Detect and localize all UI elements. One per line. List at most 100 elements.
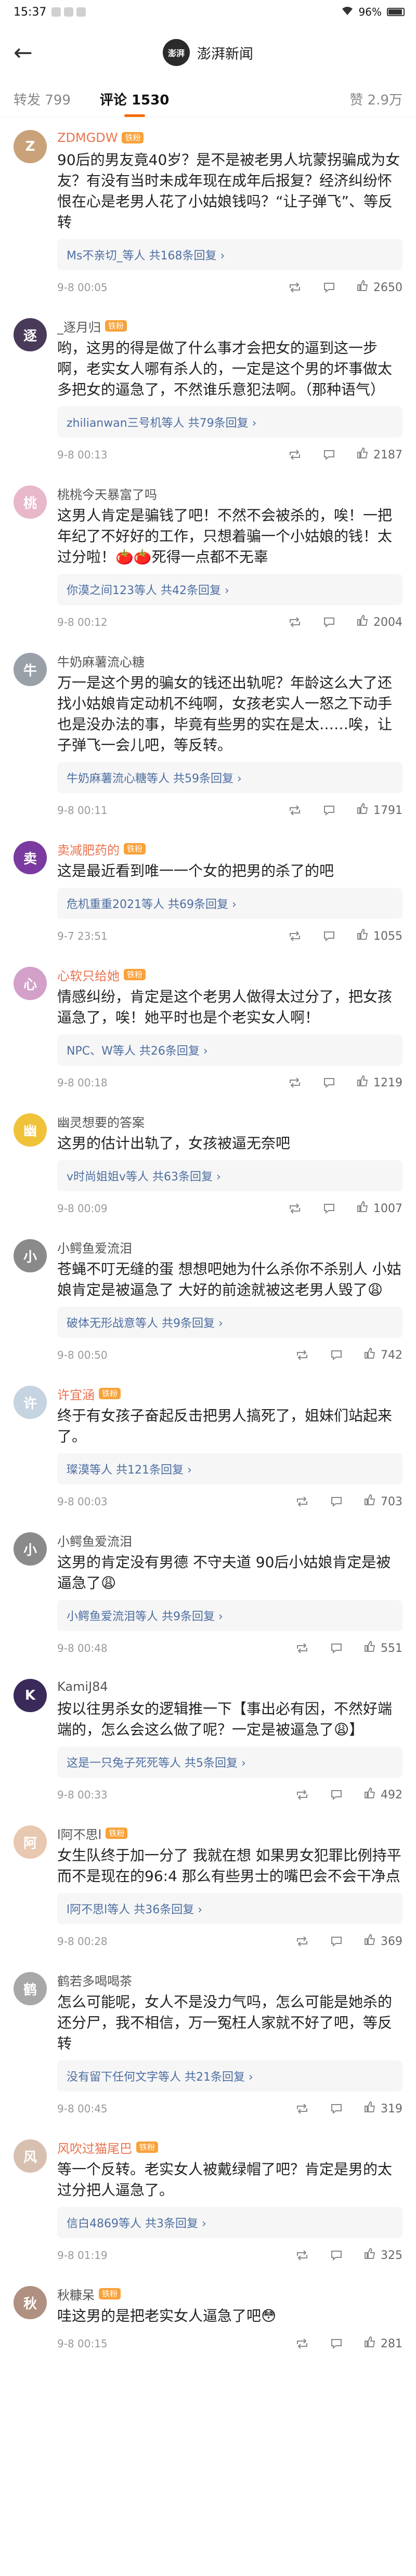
avatar[interactable]: 心 bbox=[14, 967, 47, 1000]
like-button[interactable]: 551 bbox=[363, 1640, 402, 1657]
like-button[interactable]: 369 bbox=[363, 1933, 402, 1950]
avatar[interactable]: 风 bbox=[14, 2139, 47, 2173]
like-button[interactable]: 319 bbox=[363, 2100, 402, 2117]
comment-item[interactable]: 小小鳄鱼爱流泪 苍蝇不叮无缝的蛋 想想吧她为什么杀你不杀别人 小姑娘肯定是被逼急了… bbox=[0, 1227, 416, 1373]
comment-icon[interactable] bbox=[329, 2336, 344, 2351]
username[interactable]: _逐月归 bbox=[57, 317, 101, 335]
comment-item[interactable]: 许许宜涵 铁粉 终于有女孩子奋起反击把男人搞死了，姐妹们站起来了。 璨漠等人 共121… bbox=[0, 1373, 416, 1520]
like-button[interactable]: 1055 bbox=[356, 928, 402, 944]
username[interactable]: KamiJ84 bbox=[57, 1679, 108, 1694]
comment-item[interactable]: 秋秋糠呆 铁粉 哇这男的是把老实女人逼急了吧😳 9-8 00:15 281 bbox=[0, 2273, 416, 2362]
like-button[interactable]: 1219 bbox=[356, 1074, 402, 1091]
repost-icon[interactable] bbox=[294, 1934, 310, 1949]
comment-icon[interactable] bbox=[329, 2101, 344, 2117]
comment-item[interactable]: 阿 l阿不思l 铁粉 女生队终于加一分了 我就在想 如果男女犯罪比例持平而不是现在的9… bbox=[0, 1813, 416, 1960]
reply-summary[interactable]: 你漠之间123等人 共42条回复 › bbox=[57, 574, 402, 605]
comment-item[interactable]: K KamiJ84 按以往男杀女的逻辑推一下【事出必有因，不然好端端的，怎么会这么做… bbox=[0, 1666, 416, 1813]
like-button[interactable]: 492 bbox=[363, 1786, 402, 1803]
comment-item[interactable]: 心心软只给她 铁粉 情感纠纷，肯定是这个老男人做得太过分了，把女孩逼急了，唉！她平时… bbox=[0, 954, 416, 1101]
reply-summary[interactable]: 小鳄鱼爱流泪等人 共9条回复 › bbox=[57, 1600, 402, 1631]
comment-item[interactable]: 小小鳄鱼爱流泪 这男的肯定没有男德 不守夫道 90后小姑娘肯定是被逼急了😩 小鳄鱼爱… bbox=[0, 1520, 416, 1666]
comment-item[interactable]: 桃桃桃今天暴富了吗 这男人肯定是骗钱了吧！不然不会被杀的，唉！一把年纪了不好好的工… bbox=[0, 473, 416, 640]
reply-summary[interactable]: 没有留下任何文字等人 共21条回复 › bbox=[57, 2060, 402, 2092]
avatar[interactable]: K bbox=[14, 1679, 47, 1712]
repost-icon[interactable] bbox=[294, 1494, 310, 1509]
avatar[interactable]: 阿 bbox=[14, 1825, 47, 1859]
like-button[interactable]: 2650 bbox=[356, 279, 402, 296]
reply-summary[interactable]: v时尚姐姐v等人 共63条回复 › bbox=[57, 1160, 402, 1191]
comment-icon[interactable] bbox=[329, 1640, 344, 1656]
username[interactable]: 小鳄鱼爱流泪 bbox=[57, 1531, 132, 1549]
like-button[interactable]: 1007 bbox=[356, 1200, 402, 1217]
avatar[interactable]: 卖 bbox=[14, 841, 47, 874]
avatar[interactable]: 牛 bbox=[14, 653, 47, 686]
repost-icon[interactable] bbox=[294, 2336, 310, 2351]
comment-icon[interactable] bbox=[321, 280, 337, 295]
comment-item[interactable]: 逐 _逐月归 铁粉 哟，这男的得是做了什么事才会把女的逼到这一步啊，老实女人哪有杀人的… bbox=[0, 306, 416, 473]
username[interactable]: 卖减肥药的 bbox=[57, 840, 120, 858]
reply-summary[interactable]: 牛奶麻薯流心糖等人 共59条回复 › bbox=[57, 762, 402, 793]
like-button[interactable]: 703 bbox=[363, 1493, 402, 1510]
comment-icon[interactable] bbox=[329, 1934, 344, 1949]
repost-icon[interactable] bbox=[287, 803, 303, 818]
avatar[interactable]: Z bbox=[14, 130, 47, 163]
username[interactable]: 鹤若多喝喝茶 bbox=[57, 1971, 132, 1989]
username[interactable]: 小鳄鱼爱流泪 bbox=[57, 1238, 132, 1256]
reply-summary[interactable]: 信白4869等人 共3条回复 › bbox=[57, 2207, 402, 2238]
comment-icon[interactable] bbox=[329, 2248, 344, 2263]
comment-icon[interactable] bbox=[321, 1201, 337, 1216]
reply-summary[interactable]: Ms不亲切_等人 共168条回复 › bbox=[57, 239, 402, 270]
repost-icon[interactable] bbox=[294, 1640, 310, 1656]
repost-icon[interactable] bbox=[287, 447, 303, 463]
username[interactable]: l阿不思l bbox=[57, 1824, 101, 1843]
avatar[interactable]: 幽 bbox=[14, 1113, 47, 1147]
comment-icon[interactable] bbox=[329, 1787, 344, 1803]
reply-summary[interactable]: l阿不思l等人 共36条回复 › bbox=[57, 1893, 402, 1924]
username[interactable]: 风吹过猫尾巴 bbox=[57, 2138, 132, 2157]
reply-summary[interactable]: NPC、W等人 共26条回复 › bbox=[57, 1034, 402, 1066]
username[interactable]: 心软只给她 bbox=[57, 966, 120, 984]
username[interactable]: 牛奶麻薯流心糖 bbox=[57, 652, 145, 670]
like-button[interactable]: 325 bbox=[363, 2247, 402, 2264]
username[interactable]: 秋糠呆 bbox=[57, 2285, 95, 2303]
avatar[interactable]: 鹤 bbox=[14, 1972, 47, 2005]
comment-item[interactable]: 风风吹过猫尾巴 铁粉 等一个反转。老实女人被戴绿帽了吧？肯定是男的太过分把人逼急了。… bbox=[0, 2127, 416, 2273]
username[interactable]: 桃桃今天暴富了吗 bbox=[57, 484, 157, 503]
repost-icon[interactable] bbox=[294, 2101, 310, 2117]
comment-icon[interactable] bbox=[321, 928, 337, 944]
tab-comments[interactable]: 评论 1530 bbox=[100, 89, 169, 117]
like-button[interactable]: 2187 bbox=[356, 446, 402, 463]
avatar[interactable]: 秋 bbox=[14, 2286, 47, 2319]
comment-icon[interactable] bbox=[321, 614, 337, 630]
comment-item[interactable]: 牛牛奶麻薯流心糖 万一是这个男的骗女的钱还出轨呢？年龄这么大了还找小姑娘肯定动机不… bbox=[0, 640, 416, 829]
repost-icon[interactable] bbox=[294, 2248, 310, 2263]
comment-item[interactable]: 卖卖减肥药的 铁粉 这是最近看到唯一一个女的把男的杀了的吧 危机重重2021等人 共6… bbox=[0, 829, 416, 954]
comment-item[interactable]: 幽幽灵想要的答案 这男的估计出轨了，女孩被逼无奈吧 v时尚姐姐v等人 共63条回复 … bbox=[0, 1101, 416, 1227]
reply-summary[interactable]: 危机重重2021等人 共69条回复 › bbox=[57, 888, 402, 919]
reply-summary[interactable]: 这是一只兔子死死等人 共5条回复 › bbox=[57, 1746, 402, 1778]
reply-summary[interactable]: 破体无形战意等人 共9条回复 › bbox=[57, 1307, 402, 1338]
repost-icon[interactable] bbox=[294, 1347, 310, 1363]
comment-icon[interactable] bbox=[329, 1494, 344, 1509]
like-button[interactable]: 281 bbox=[363, 2335, 402, 2352]
comment-icon[interactable] bbox=[321, 803, 337, 818]
reply-summary[interactable]: 璨漠等人 共121条回复 › bbox=[57, 1453, 402, 1484]
reply-summary[interactable]: zhilianwan三号机等人 共79条回复 › bbox=[57, 406, 402, 438]
back-arrow-icon[interactable]: ← bbox=[14, 40, 45, 66]
avatar[interactable]: 逐 bbox=[14, 318, 47, 351]
comment-item[interactable]: Z ZDMGDW 铁粉 90后的男友竟40岁？是不是被老男人坑蒙拐骗成为女友？有没有当… bbox=[0, 117, 416, 306]
repost-icon[interactable] bbox=[287, 614, 303, 630]
repost-icon[interactable] bbox=[287, 1075, 303, 1090]
comment-icon[interactable] bbox=[321, 447, 337, 463]
repost-icon[interactable] bbox=[294, 1787, 310, 1803]
username[interactable]: ZDMGDW bbox=[57, 130, 118, 145]
repost-icon[interactable] bbox=[287, 1201, 303, 1216]
repost-icon[interactable] bbox=[287, 928, 303, 944]
avatar[interactable]: 桃 bbox=[14, 485, 47, 519]
avatar[interactable]: 许 bbox=[14, 1386, 47, 1419]
comment-icon[interactable] bbox=[329, 1347, 344, 1363]
repost-icon[interactable] bbox=[287, 280, 303, 295]
comment-item[interactable]: 鹤鹤若多喝喝茶 怎么可能呢，女人不是没力气吗，怎么可能是她杀的还分尸，我不相信，万… bbox=[0, 1960, 416, 2127]
avatar[interactable]: 小 bbox=[14, 1532, 47, 1566]
comment-icon[interactable] bbox=[321, 1075, 337, 1090]
